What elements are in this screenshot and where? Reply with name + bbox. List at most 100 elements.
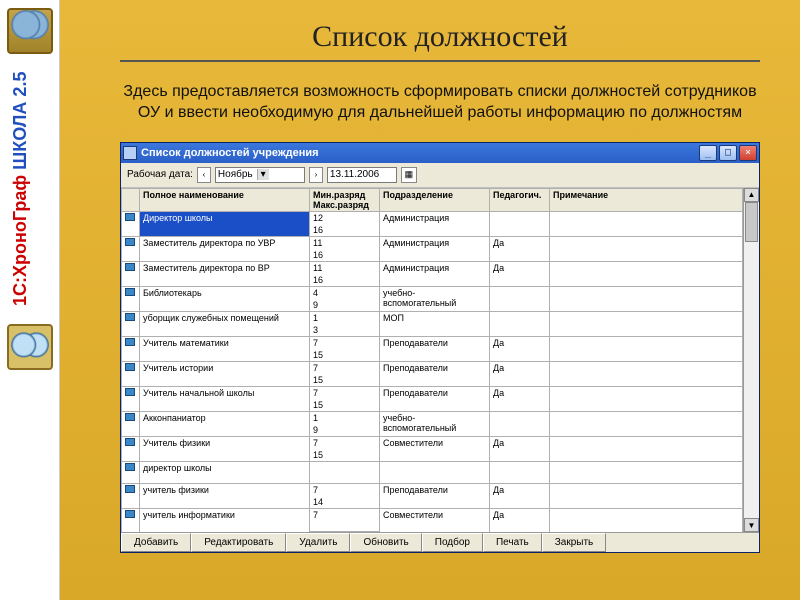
cell-note[interactable] [550, 211, 743, 236]
cell-max-rank[interactable]: 15 [310, 374, 380, 387]
table-row[interactable]: директор школы [122, 461, 743, 472]
cell-dept[interactable]: Совместители [380, 508, 490, 532]
cell-name[interactable]: Учитель начальной школы [140, 386, 310, 411]
table-row[interactable]: уборщик служебных помещений1МОП [122, 311, 743, 324]
cell-ped[interactable]: Да [490, 261, 550, 286]
vertical-scrollbar[interactable]: ▲ ▼ [743, 188, 759, 533]
scroll-up-button[interactable]: ▲ [744, 188, 759, 202]
table-row[interactable]: учитель физики7ПреподавателиДа [122, 483, 743, 496]
cell-dept[interactable]: Преподаватели [380, 483, 490, 508]
table-row[interactable]: Библиотекарь4учебно-вспомогательный [122, 286, 743, 299]
cell-name[interactable]: Учитель математики [140, 336, 310, 361]
table-row[interactable]: Заместитель директора по ВР11Администрац… [122, 261, 743, 274]
cell-dept[interactable]: Преподаватели [380, 336, 490, 361]
cell-max-rank[interactable]: 16 [310, 274, 380, 287]
cell-min-rank[interactable]: 7 [310, 436, 380, 449]
cell-min-rank[interactable]: 12 [310, 211, 380, 224]
cell-ped[interactable] [490, 461, 550, 483]
cell-note[interactable] [550, 508, 743, 532]
cell-note[interactable] [550, 361, 743, 386]
cell-min-rank[interactable]: 7 [310, 336, 380, 349]
col-rank[interactable]: Мин.разряд Макс.разряд [310, 188, 380, 211]
col-dept[interactable]: Подразделение [380, 188, 490, 211]
cell-max-rank[interactable]: 15 [310, 349, 380, 362]
cell-ped[interactable] [490, 411, 550, 436]
cell-ped[interactable]: Да [490, 483, 550, 508]
prev-month-button[interactable]: ‹ [197, 167, 211, 183]
cell-max-rank[interactable]: 15 [310, 399, 380, 412]
edit-button[interactable]: Редактировать [191, 533, 286, 552]
cell-name[interactable]: Заместитель директора по ВР [140, 261, 310, 286]
cell-dept[interactable]: Администрация [380, 211, 490, 236]
cell-dept[interactable]: Преподаватели [380, 386, 490, 411]
cell-max-rank[interactable]: 16 [310, 249, 380, 262]
close-button[interactable]: × [739, 145, 757, 161]
cell-max-rank[interactable]: 15 [310, 449, 380, 462]
cell-name[interactable]: директор школы [140, 461, 310, 483]
cell-name[interactable]: Библиотекарь [140, 286, 310, 311]
cell-max-rank[interactable] [310, 472, 380, 483]
cell-dept[interactable]: учебно-вспомогательный [380, 286, 490, 311]
cell-dept[interactable]: МОП [380, 311, 490, 336]
cell-dept[interactable]: Администрация [380, 261, 490, 286]
cell-ped[interactable]: Да [490, 236, 550, 261]
cell-ped[interactable]: Да [490, 436, 550, 461]
cell-max-rank[interactable]: 9 [310, 299, 380, 312]
cell-name[interactable]: Заместитель директора по УВР [140, 236, 310, 261]
cell-ped[interactable] [490, 286, 550, 311]
delete-button[interactable]: Удалить [286, 533, 350, 552]
cell-ped[interactable] [490, 311, 550, 336]
cell-note[interactable] [550, 311, 743, 336]
maximize-button[interactable]: □ [719, 145, 737, 161]
cell-max-rank[interactable]: 16 [310, 224, 380, 237]
col-note[interactable]: Примечание [550, 188, 743, 211]
cell-dept[interactable] [380, 461, 490, 483]
cell-name[interactable]: Директор школы [140, 211, 310, 236]
table-row[interactable]: Учитель математики7ПреподавателиДа [122, 336, 743, 349]
cell-min-rank[interactable]: 7 [310, 386, 380, 399]
table-row[interactable]: Заместитель директора по УВР11Администра… [122, 236, 743, 249]
cell-min-rank[interactable]: 1 [310, 311, 380, 324]
cell-dept[interactable]: Преподаватели [380, 361, 490, 386]
date-field[interactable]: 13.11.2006 [327, 167, 397, 183]
cell-name[interactable]: Учитель истории [140, 361, 310, 386]
cell-dept[interactable]: Совместители [380, 436, 490, 461]
cell-name[interactable]: учитель физики [140, 483, 310, 508]
cell-note[interactable] [550, 461, 743, 483]
close-action-button[interactable]: Закрыть [542, 533, 607, 552]
scroll-track[interactable] [744, 202, 759, 519]
cell-ped[interactable]: Да [490, 508, 550, 532]
scroll-down-button[interactable]: ▼ [744, 518, 759, 532]
cell-min-rank[interactable]: 4 [310, 286, 380, 299]
table-row[interactable]: Учитель истории7ПреподавателиДа [122, 361, 743, 374]
cell-min-rank[interactable]: 11 [310, 261, 380, 274]
cell-max-rank[interactable]: 3 [310, 324, 380, 337]
cell-note[interactable] [550, 261, 743, 286]
month-selector[interactable]: Ноябрь ▾ [215, 167, 305, 183]
cell-min-rank[interactable]: 11 [310, 236, 380, 249]
cell-ped[interactable] [490, 211, 550, 236]
cell-min-rank[interactable]: 7 [310, 361, 380, 374]
table-row[interactable]: Учитель физики7СовместителиДа [122, 436, 743, 449]
scroll-thumb[interactable] [745, 202, 758, 242]
cell-max-rank[interactable]: 9 [310, 424, 380, 437]
table-row[interactable]: Акконпаниатор1учебно-вспомогательный [122, 411, 743, 424]
refresh-button[interactable]: Обновить [350, 533, 421, 552]
cell-ped[interactable]: Да [490, 361, 550, 386]
cell-dept[interactable]: учебно-вспомогательный [380, 411, 490, 436]
cell-name[interactable]: учитель информатики [140, 508, 310, 532]
cell-min-rank[interactable] [310, 461, 380, 472]
print-button[interactable]: Печать [483, 533, 542, 552]
cell-min-rank[interactable]: 1 [310, 411, 380, 424]
cell-min-rank[interactable]: 7 [310, 508, 380, 521]
cell-ped[interactable]: Да [490, 336, 550, 361]
minimize-button[interactable]: _ [699, 145, 717, 161]
add-button[interactable]: Добавить [121, 533, 191, 552]
cell-note[interactable] [550, 336, 743, 361]
cell-max-rank[interactable] [310, 521, 380, 532]
cell-note[interactable] [550, 436, 743, 461]
col-ped[interactable]: Педагогич. [490, 188, 550, 211]
cell-ped[interactable]: Да [490, 386, 550, 411]
titlebar[interactable]: Список должностей учреждения _ □ × [121, 143, 759, 163]
calendar-icon[interactable]: ▦ [401, 167, 417, 183]
